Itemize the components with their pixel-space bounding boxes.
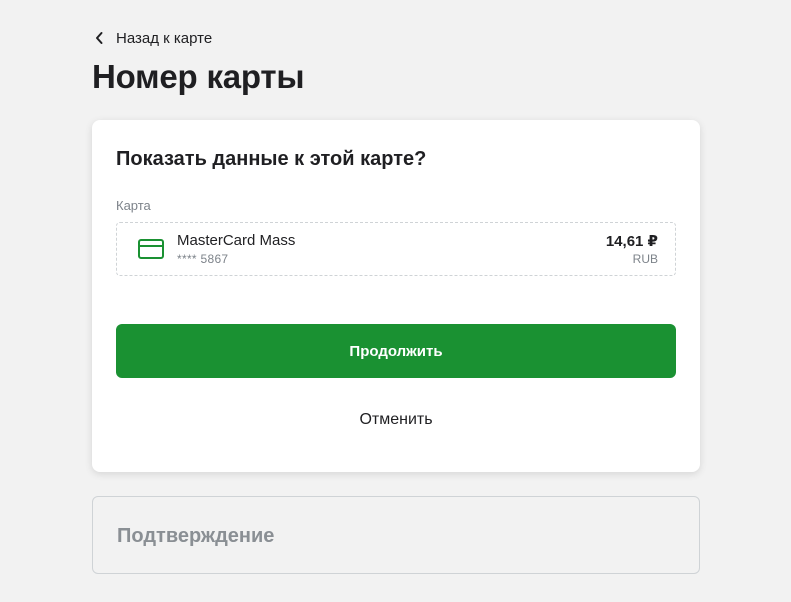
dialog-question: Показать данные к этой карте?: [116, 148, 427, 170]
chevron-left-icon: [94, 31, 104, 45]
confirmation-step: Подтверждение: [92, 496, 700, 574]
card-name: MasterCard Mass: [177, 232, 296, 249]
confirmation-title: Подтверждение: [117, 525, 275, 547]
card-currency: RUB: [632, 252, 658, 266]
card-balance: 14,61 ₽: [605, 233, 658, 250]
credit-card-icon: [138, 239, 164, 264]
show-card-data-panel: Показать данные к этой карте? Карта Mast…: [92, 120, 700, 472]
back-link-label: Назад к карте: [116, 29, 213, 47]
continue-button[interactable]: Продолжить: [116, 324, 676, 378]
card-selector[interactable]: MasterCard Mass **** 5867 14,61 ₽ RUB: [116, 222, 676, 276]
card-masked-number: **** 5867: [177, 252, 229, 266]
card-field-label: Карта: [116, 198, 151, 213]
cancel-button[interactable]: Отменить: [116, 400, 676, 440]
back-to-card-link[interactable]: Назад к карте: [94, 27, 212, 49]
page: Назад к карте Номер карты Показать данны…: [0, 0, 791, 602]
page-title: Номер карты: [92, 58, 305, 95]
